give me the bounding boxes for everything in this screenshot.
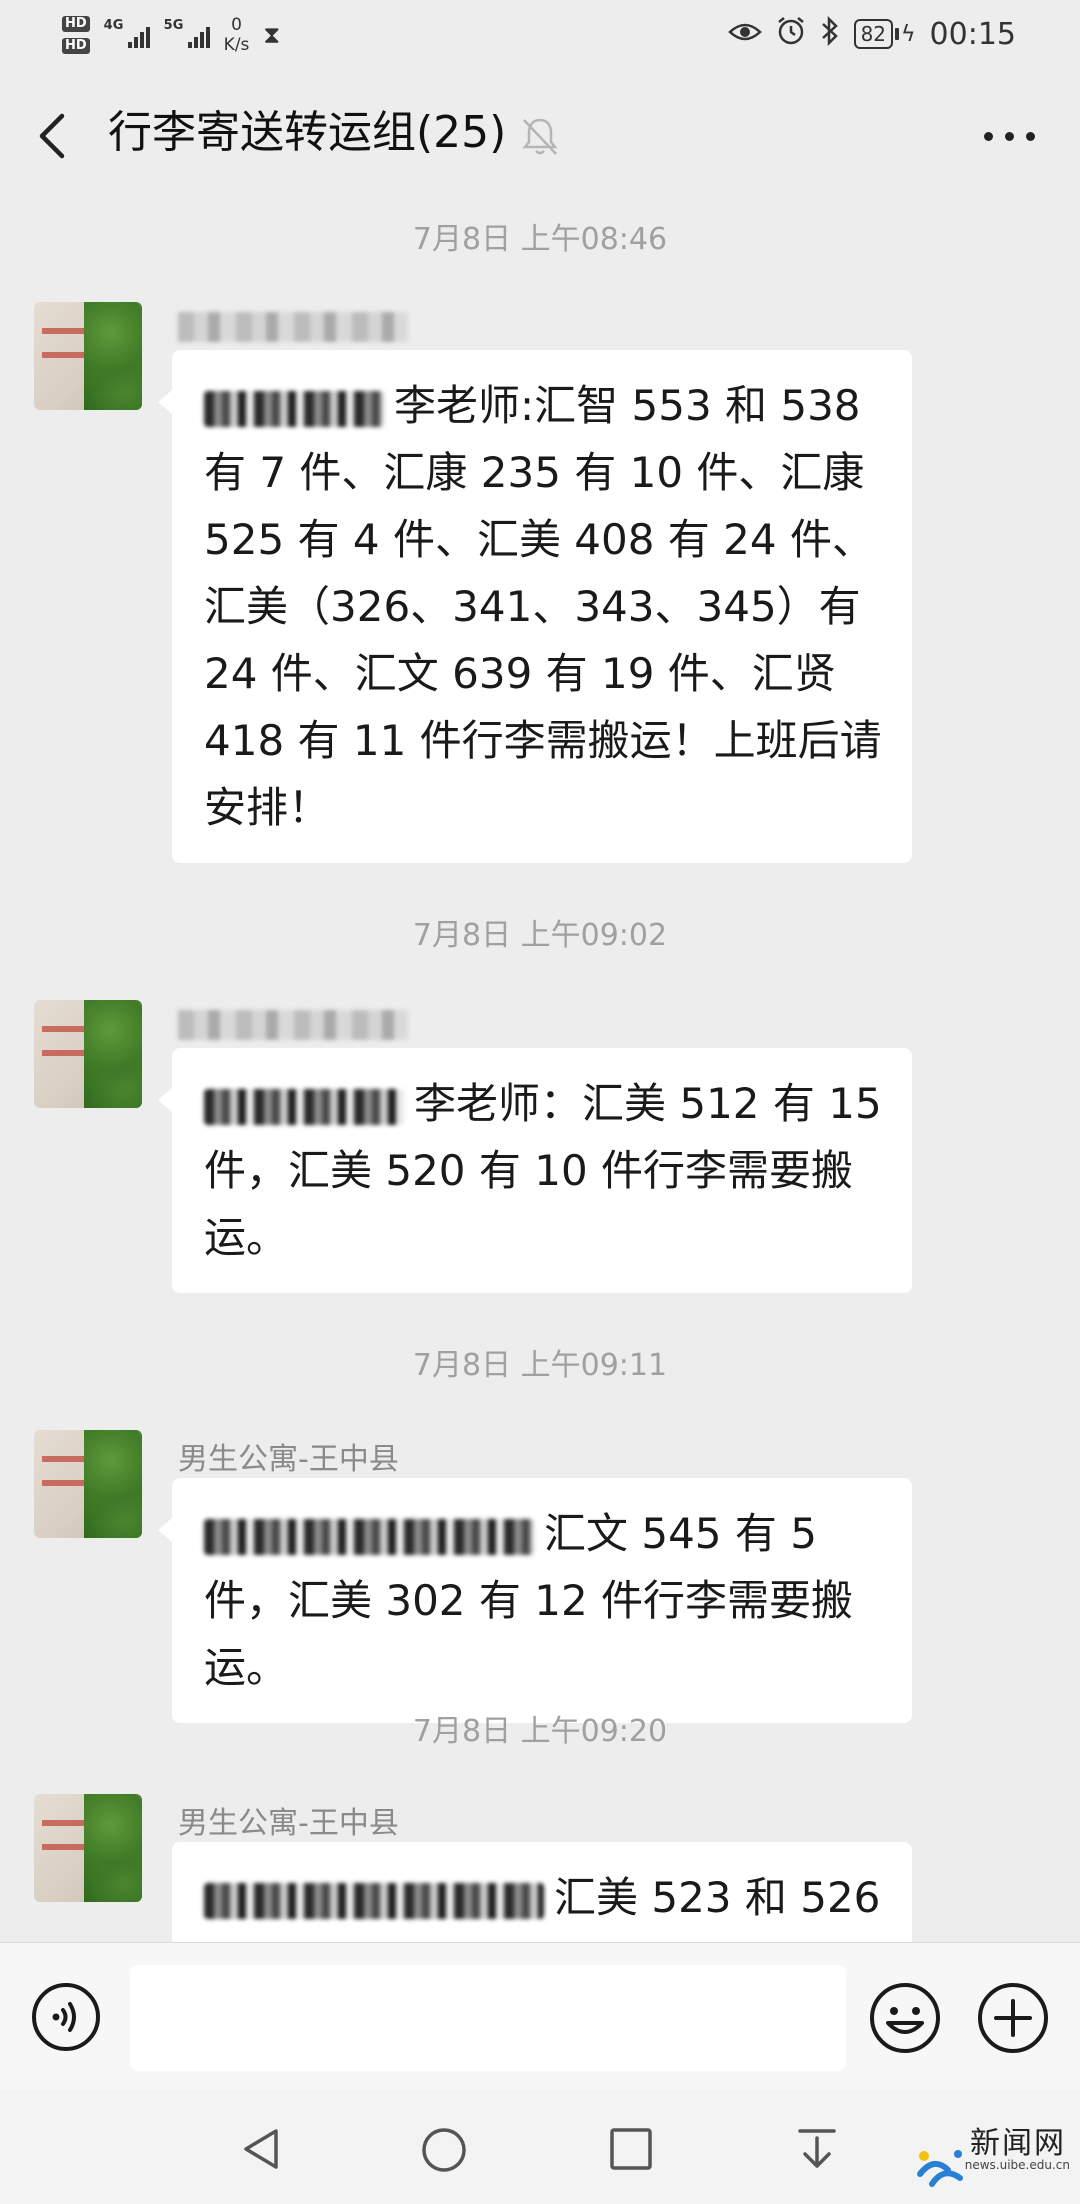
nav-back-icon[interactable] [238, 2126, 284, 2172]
sender-name: 男生公寓-王中县 [178, 1442, 399, 1477]
nav-notification-drawer-icon[interactable] [794, 2126, 840, 2172]
clock: 00:15 [929, 16, 1016, 52]
nav-home-icon[interactable] [420, 2126, 468, 2174]
message-timestamp: 7月8日 上午08:46 [412, 222, 668, 257]
message-timestamp: 7月8日 上午09:02 [412, 918, 668, 953]
network-speed: 0 K/s [224, 15, 250, 55]
more-options-icon[interactable] [984, 128, 1036, 144]
mute-bell-icon [522, 118, 558, 155]
message-timestamp: 7月8日 上午09:11 [412, 1348, 668, 1383]
charging-icon: ϟ [901, 21, 916, 47]
hourglass-icon: ⧗ [263, 21, 281, 49]
status-bar: HD HD 4G 5G 0 K/s ⧗ 82 ϟ 00:15 [0, 0, 1080, 70]
message-input[interactable] [130, 1965, 846, 2071]
status-right: 82 ϟ 00:15 [727, 14, 1016, 54]
avatar[interactable] [34, 1794, 142, 1902]
sender-name-blurred [178, 312, 408, 342]
chat-header: 行李寄送转运组(25) [0, 70, 1080, 198]
message-timestamp: 7月8日 上午09:20 [412, 1714, 668, 1749]
mosaic-redaction [204, 1882, 544, 1919]
avatar[interactable] [34, 302, 142, 410]
signal-icon: 4G [104, 18, 150, 48]
watermark-url: news.uibe.edu.cn [964, 2158, 1070, 2172]
input-bar [0, 1942, 1080, 2091]
signal-icon: 5G [164, 18, 210, 48]
speed-unit: K/s [223, 35, 250, 55]
emoji-icon[interactable] [868, 1981, 942, 2055]
sender-name: 男生公寓-王中县 [178, 1806, 399, 1841]
sender-name-blurred [178, 1010, 408, 1040]
mosaic-redaction [204, 1518, 534, 1555]
message-text: 汇美 523 和 526 [554, 1873, 881, 1922]
avatar[interactable] [34, 1430, 142, 1538]
voice-input-icon[interactable] [30, 1981, 102, 2053]
network-type: 5G [163, 18, 184, 33]
message-bubble[interactable]: 李老师：汇美 512 有 15 件，汇美 520 有 10 件行李需要搬运。 [158, 1048, 912, 1293]
back-arrow-icon[interactable] [30, 110, 76, 162]
chat-title: 行李寄送转运组(25) [108, 107, 507, 158]
plus-icon[interactable] [976, 1981, 1050, 2055]
battery-icon: 82 ϟ [853, 19, 916, 49]
hd-badge: HD [62, 38, 90, 54]
network-type: 4G [103, 18, 124, 33]
status-left: HD HD 4G 5G 0 K/s ⧗ [62, 6, 280, 64]
eye-icon [727, 18, 762, 51]
watermark-logo-icon [917, 2150, 963, 2187]
avatar[interactable] [34, 1000, 142, 1108]
battery-level: 82 [853, 19, 894, 49]
message-bubble[interactable]: 李老师:汇智 553 和 538 有 7 件、汇康 235 有 10 件、汇康 … [158, 350, 912, 863]
mosaic-redaction [204, 1088, 404, 1125]
hd-badge: HD [62, 16, 90, 32]
mosaic-redaction [204, 390, 384, 427]
speed-value: 0 [231, 15, 242, 35]
watermark-title: 新闻网 [970, 2126, 1066, 2161]
alarm-icon [776, 16, 806, 53]
message-text: 李老师:汇智 553 和 538 有 7 件、汇康 235 有 10 件、汇康 … [204, 381, 882, 832]
nav-recents-icon[interactable] [608, 2126, 654, 2172]
message-bubble[interactable]: 汇美 523 和 526 [172, 1842, 912, 1942]
hd-indicators: HD HD [62, 16, 90, 54]
bluetooth-icon [820, 15, 840, 53]
message-bubble[interactable]: 汇文 545 有 5 件，汇美 302 有 12 件行李需要搬运。 [158, 1478, 912, 1723]
site-watermark: 新闻网 news.uibe.edu.cn [914, 2116, 1074, 2196]
